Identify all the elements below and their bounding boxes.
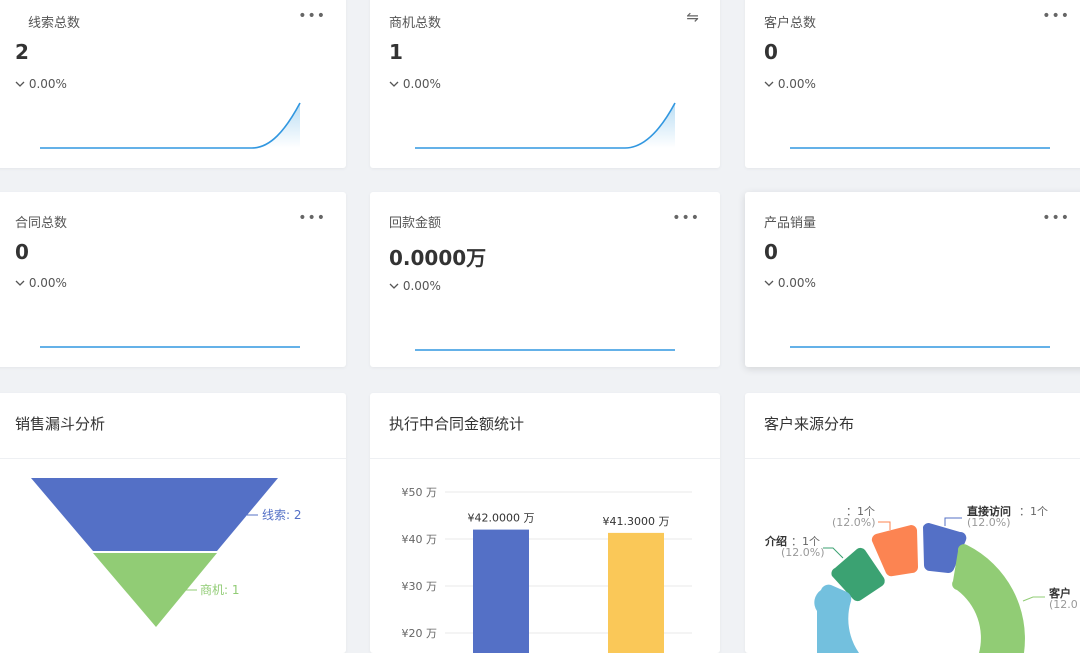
y-tick-label: ¥30 万 bbox=[402, 580, 438, 593]
donut-label-direct-count: ：1个 bbox=[1019, 505, 1048, 518]
sparkline bbox=[790, 147, 1050, 149]
sparkline bbox=[40, 346, 300, 348]
donut-label-direct-pct: (12.0%) bbox=[967, 516, 1011, 529]
bar bbox=[473, 529, 529, 653]
stat-card-opportunities: 商机总数 ⇋ 1 0.00% bbox=[370, 0, 720, 168]
donut-label-line bbox=[944, 517, 962, 526]
donut-label-direct-count-value: 1个 bbox=[1030, 505, 1048, 518]
funnel-stage-opportunities bbox=[93, 553, 217, 627]
y-tick-label: ¥40 万 bbox=[402, 533, 438, 546]
donut-chart[interactable]: 直接访问 ：1个 (12.0%) ：1个 (12.0%) 介绍 ：1个 (12.… bbox=[745, 393, 1080, 653]
donut-label-line bbox=[823, 547, 844, 559]
sparkline bbox=[415, 102, 676, 149]
donut-label-referral-pct: (12.0%) bbox=[781, 546, 825, 559]
funnel-chart[interactable]: 线索: 2 商机: 1 bbox=[0, 393, 346, 653]
donut-label-orange-pct: (12.0%) bbox=[832, 516, 876, 529]
bar-value-label: ¥42.0000 万 bbox=[468, 512, 535, 525]
sparkline bbox=[790, 346, 1050, 348]
y-tick-label: ¥50 万 bbox=[402, 486, 438, 499]
funnel-label-opportunities: 商机: 1 bbox=[200, 582, 240, 597]
donut-label-line bbox=[878, 521, 891, 530]
sparkline bbox=[40, 102, 301, 149]
donut-slice-orange bbox=[871, 524, 918, 577]
stat-card-contracts: 合同总数 ••• 0 0.00% bbox=[0, 192, 346, 367]
contract-amount-card: 执行中合同金额统计 ¥50 万 ¥40 万 ¥30 万 ¥20 万 ¥42.0000 万… bbox=[370, 393, 720, 653]
funnel-label-clues: 线索: 2 bbox=[262, 508, 302, 522]
funnel-card: 销售漏斗分析 线索: 2 商机: 1 bbox=[0, 393, 346, 653]
customer-source-card: 客户来源分布 直接访问 ：1个 (12.0%) ：1个 (12.0%) 介绍 ：… bbox=[745, 393, 1080, 653]
donut-label-line bbox=[1022, 596, 1045, 602]
donut-label-customer-pct: (12.0 bbox=[1049, 598, 1078, 611]
stat-card-customers: 客户总数 ••• 0 0.00% bbox=[745, 0, 1080, 168]
y-tick-label: ¥20 万 bbox=[402, 627, 438, 640]
stat-card-clues: 线索总数 ••• 2 0.00% bbox=[0, 0, 346, 168]
stat-card-product-sales: 产品销量 ••• 0 0.00% bbox=[745, 192, 1080, 367]
bar-chart[interactable]: ¥50 万 ¥40 万 ¥30 万 ¥20 万 ¥42.0000 万 ¥41.3000 万 bbox=[370, 393, 720, 653]
funnel-stage-clues bbox=[31, 478, 278, 551]
bar-value-label: ¥41.3000 万 bbox=[603, 515, 670, 528]
bar bbox=[608, 532, 664, 653]
stat-card-payments: 回款金额 ••• 0.0000万 0.00% bbox=[370, 192, 720, 367]
donut-slice-customer bbox=[952, 544, 1025, 653]
sparkline bbox=[415, 349, 675, 351]
